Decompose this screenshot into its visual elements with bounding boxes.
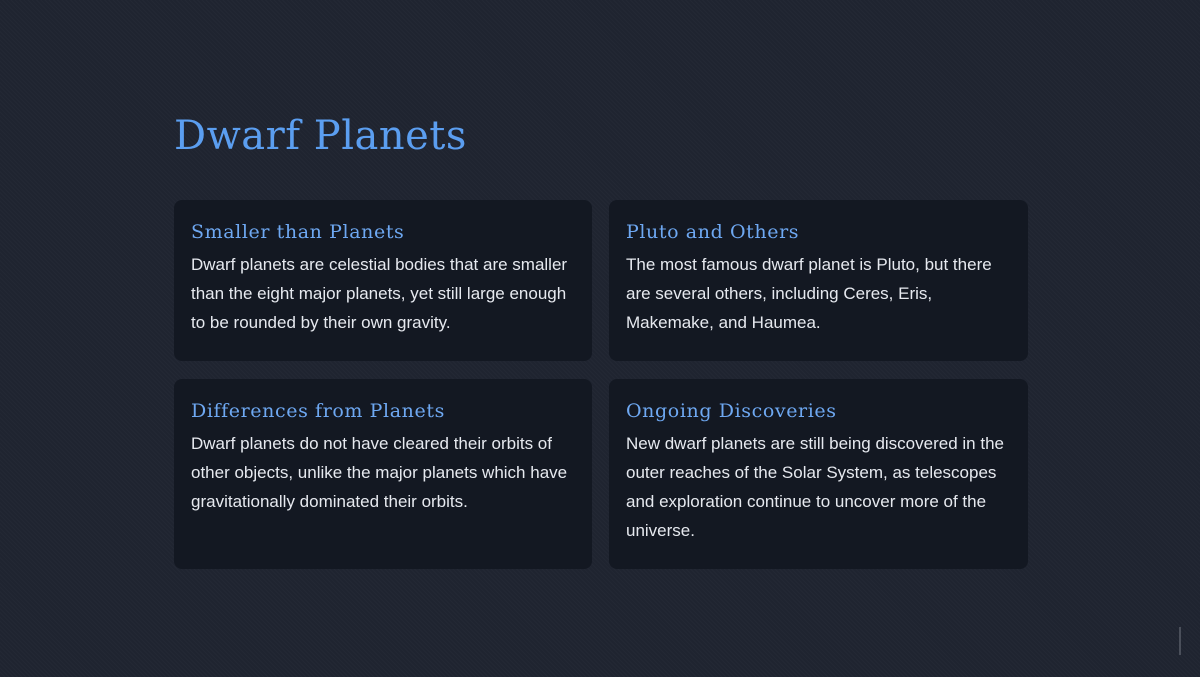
card-title: Pluto and Others [626,221,800,243]
card-body: Dwarf planets do not have cleared their … [191,434,568,511]
card-body: Dwarf planets are celestial bodies that … [191,255,568,332]
card-ongoing-discoveries: Ongoing Discoveries New dwarf planets ar… [609,379,1028,569]
card-differences-from-planets: Differences from Planets Dwarf planets d… [174,379,592,569]
card-body: The most famous dwarf planet is Pluto, b… [626,255,992,332]
card-pluto-and-others: Pluto and Others The most famous dwarf p… [609,200,1028,361]
card-body: New dwarf planets are still being discov… [626,434,1004,540]
slide-edge-marker [1179,627,1181,655]
card-title: Differences from Planets [191,400,445,422]
card-title: Ongoing Discoveries [626,400,837,422]
card-smaller-than-planets: Smaller than Planets Dwarf planets are c… [174,200,592,361]
slide-title: Dwarf Planets [174,113,467,159]
card-title: Smaller than Planets [191,221,405,243]
